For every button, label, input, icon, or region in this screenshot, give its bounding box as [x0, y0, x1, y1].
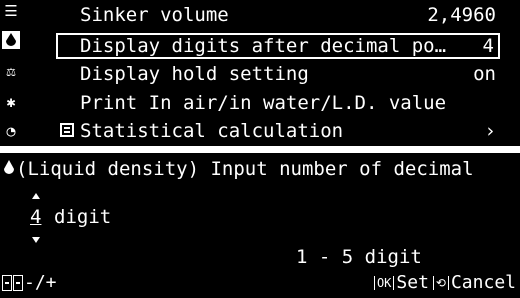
liquid-drop-icon [2, 157, 16, 181]
dialog-title-text: (Liquid density) Input number of decimal [16, 158, 474, 180]
cancel-button[interactable]: Cancel [451, 271, 516, 295]
digit-unit-label: digit [54, 206, 112, 228]
decimal-digits-label: Display digits after decimal po… [80, 35, 447, 57]
display-hold-label: Display hold setting [80, 63, 309, 85]
adjust-hint: -/+ [2, 271, 57, 295]
print-row[interactable]: Print In air/in water/L.D. value [80, 91, 500, 117]
sinker-volume-value: 2,4960 [427, 4, 496, 26]
statistical-calculation-row[interactable]: Statistical calculation › [80, 119, 500, 145]
display-hold-row[interactable]: Display hold setting on [80, 62, 500, 88]
minus-key-icon [2, 275, 12, 291]
input-dialog-panel: (Liquid density) Input number of decimal… [0, 153, 520, 298]
sinker-volume-label: Sinker volume [80, 4, 229, 26]
chevron-right-icon: › [484, 120, 496, 142]
menu-icon[interactable]: ☰ [2, 2, 20, 20]
allowed-range: 1 - 5 digit [296, 246, 422, 268]
statistical-calculation-label: Statistical calculation [80, 120, 344, 142]
drop-shape [6, 33, 16, 46]
plus-key-icon [13, 275, 23, 291]
clock-settings-icon[interactable]: ◔ [2, 122, 20, 140]
decrement-arrow-icon[interactable] [32, 237, 40, 243]
adjust-label: -/+ [24, 272, 57, 293]
statistics-icon [60, 123, 74, 137]
digit-spinner[interactable]: 4 [28, 191, 50, 251]
digit-value[interactable]: 4 [30, 205, 41, 229]
density-drop-icon[interactable] [2, 31, 20, 49]
print-label: Print In air/in water/L.D. value [80, 92, 447, 114]
dialog-actions: OK Set ⟲ Cancel [373, 271, 516, 295]
cancel-key-icon[interactable]: ⟲ [432, 276, 449, 290]
increment-arrow-icon[interactable] [32, 193, 40, 199]
category-icon-column: ☰ ⚖ ✱ ◔ [0, 0, 22, 146]
ok-key-icon[interactable]: OK [373, 276, 395, 290]
display-hold-value: on [473, 63, 496, 85]
specific-gravity-icon[interactable]: ⚖ [2, 62, 20, 80]
dialog-title: (Liquid density) Input number of decimal [2, 157, 474, 181]
liquid-drop-shape [4, 160, 14, 174]
settings-gear-icon[interactable]: ✱ [2, 93, 20, 111]
settings-list-panel: ☰ ⚖ ✱ ◔ Sinker volume 2,4960 Display dig… [0, 0, 520, 146]
sinker-volume-row[interactable]: Sinker volume 2,4960 [80, 3, 500, 29]
decimal-digits-row[interactable]: Display digits after decimal po… 4 [56, 33, 500, 59]
set-button[interactable]: Set [396, 271, 429, 295]
decimal-digits-value: 4 [482, 35, 494, 57]
